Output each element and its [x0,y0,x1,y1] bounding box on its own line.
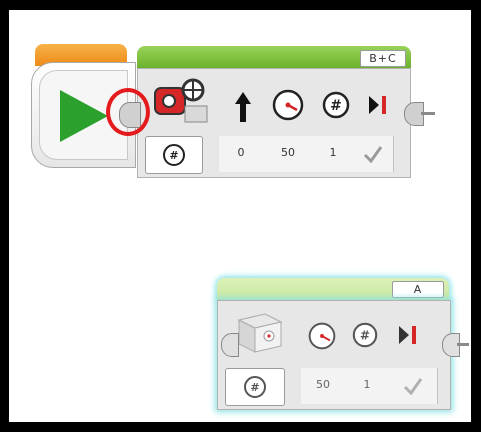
motor-mode-button[interactable]: # [225,368,285,406]
motor-input-plug[interactable] [221,333,239,357]
svg-text:#: # [330,98,342,114]
highlight-circle [106,88,150,136]
up-arrow-icon [235,92,251,122]
rotations-icon: # [322,91,350,119]
brake-icon [369,96,386,114]
steering-motor-icon [154,78,208,123]
motor-port-label: A [413,283,423,296]
speedometer-icon [308,322,336,350]
check-icon [403,378,423,395]
motor-param-rotations[interactable]: 1 [345,368,390,404]
motor-param-brake[interactable] [389,368,438,404]
svg-text:#: # [169,149,178,162]
svg-text:#: # [250,381,259,394]
brake-icon [399,326,416,344]
motor-port-selector[interactable]: A [392,281,444,298]
steering-value: 0 [237,146,245,159]
steering-mode-button[interactable]: # [145,136,203,174]
mode-icon: # [163,144,185,166]
motor-power-value: 50 [316,378,330,391]
check-icon [363,146,383,163]
motor-rotations-value: 1 [363,378,371,391]
programming-canvas: B+C # # 0 50 1 A # # 50 1 [9,10,471,422]
medium-motor-icon [237,313,283,353]
play-icon[interactable] [52,86,112,146]
sequence-wire [421,112,435,115]
steering-param-steering[interactable]: 0 [219,136,264,172]
mode-icon: # [244,376,266,398]
rotations-value: 1 [329,146,337,159]
rotations-icon: # [352,322,378,348]
svg-text:#: # [360,329,370,343]
motor-param-power[interactable]: 50 [301,368,346,404]
steering-port-selector[interactable]: B+C [360,50,406,67]
steering-param-rotations[interactable]: 1 [313,136,354,172]
steering-port-label: B+C [369,52,397,65]
steering-param-brake[interactable] [353,136,394,172]
steering-param-power[interactable]: 50 [263,136,314,172]
motor-wire [457,343,469,346]
speedometer-icon [272,89,304,121]
power-value: 50 [281,146,295,159]
